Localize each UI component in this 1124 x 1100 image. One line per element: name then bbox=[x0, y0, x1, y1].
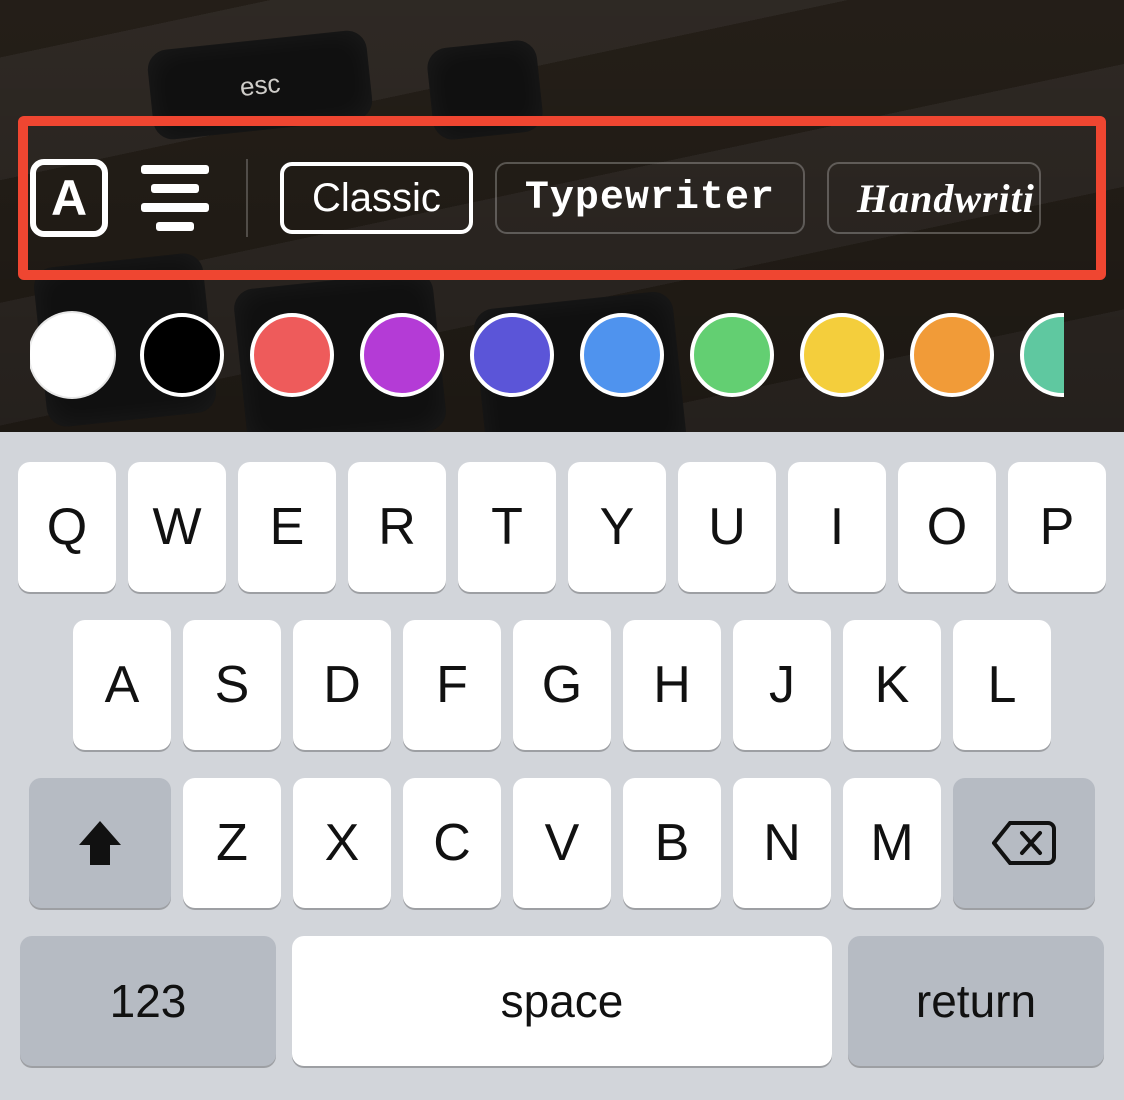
color-swatch[interactable] bbox=[1020, 313, 1104, 397]
key-q[interactable]: Q bbox=[18, 462, 116, 592]
color-swatch[interactable] bbox=[30, 313, 114, 397]
key-c[interactable]: C bbox=[403, 778, 501, 908]
letter-a-icon: A bbox=[51, 173, 87, 223]
key-s[interactable]: S bbox=[183, 620, 281, 750]
return-key-label: return bbox=[916, 974, 1036, 1028]
key-i[interactable]: I bbox=[788, 462, 886, 592]
key-y[interactable]: Y bbox=[568, 462, 666, 592]
text-align-center-icon[interactable] bbox=[136, 159, 214, 237]
key-j[interactable]: J bbox=[733, 620, 831, 750]
text-style-toolbar: A Classic Typewriter Handwriti bbox=[30, 154, 1124, 242]
key-u[interactable]: U bbox=[678, 462, 776, 592]
key-x[interactable]: X bbox=[293, 778, 391, 908]
color-swatch[interactable] bbox=[250, 313, 334, 397]
color-swatch[interactable] bbox=[360, 313, 444, 397]
key-v[interactable]: V bbox=[513, 778, 611, 908]
key-t[interactable]: T bbox=[458, 462, 556, 592]
key-b[interactable]: B bbox=[623, 778, 721, 908]
font-option-classic[interactable]: Classic bbox=[280, 162, 473, 234]
color-swatch[interactable] bbox=[470, 313, 554, 397]
font-option-typewriter[interactable]: Typewriter bbox=[495, 162, 805, 234]
key-k[interactable]: K bbox=[843, 620, 941, 750]
shift-key[interactable] bbox=[29, 778, 171, 908]
color-swatch[interactable] bbox=[140, 313, 224, 397]
space-key[interactable]: space bbox=[292, 936, 832, 1066]
color-swatch[interactable] bbox=[800, 313, 884, 397]
space-key-label: space bbox=[501, 974, 624, 1028]
numbers-key-label: 123 bbox=[110, 974, 187, 1028]
key-h[interactable]: H bbox=[623, 620, 721, 750]
numbers-key[interactable]: 123 bbox=[20, 936, 276, 1066]
key-f[interactable]: F bbox=[403, 620, 501, 750]
onscreen-keyboard: QWERTYUIOP ASDFGHJKL ZXCVBNM 123 space r… bbox=[0, 432, 1124, 1100]
key-a[interactable]: A bbox=[73, 620, 171, 750]
key-m[interactable]: M bbox=[843, 778, 941, 908]
return-key[interactable]: return bbox=[848, 936, 1104, 1066]
text-background-toggle-icon[interactable]: A bbox=[30, 159, 108, 237]
toolbar-divider bbox=[246, 159, 248, 237]
key-r[interactable]: R bbox=[348, 462, 446, 592]
font-option-handwriti[interactable]: Handwriti bbox=[827, 162, 1041, 234]
color-swatch[interactable] bbox=[910, 313, 994, 397]
key-o[interactable]: O bbox=[898, 462, 996, 592]
color-swatch[interactable] bbox=[690, 313, 774, 397]
color-picker-row bbox=[30, 310, 1124, 400]
key-d[interactable]: D bbox=[293, 620, 391, 750]
key-p[interactable]: P bbox=[1008, 462, 1106, 592]
key-n[interactable]: N bbox=[733, 778, 831, 908]
key-w[interactable]: W bbox=[128, 462, 226, 592]
backspace-key[interactable] bbox=[953, 778, 1095, 908]
key-z[interactable]: Z bbox=[183, 778, 281, 908]
color-swatch[interactable] bbox=[580, 313, 664, 397]
key-e[interactable]: E bbox=[238, 462, 336, 592]
key-l[interactable]: L bbox=[953, 620, 1051, 750]
key-g[interactable]: G bbox=[513, 620, 611, 750]
